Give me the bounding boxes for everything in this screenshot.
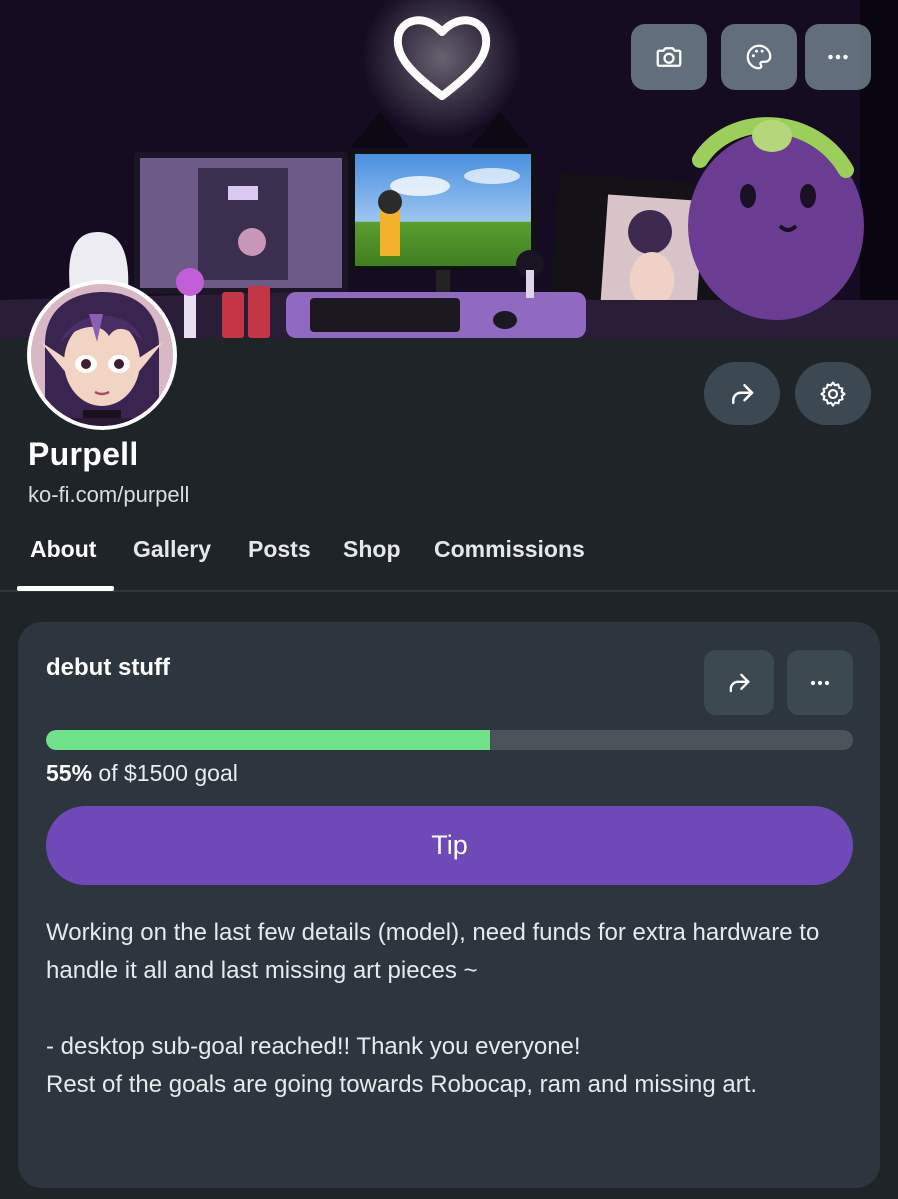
tab-posts[interactable]: Posts <box>248 536 311 563</box>
more-icon <box>828 54 848 60</box>
share-icon <box>729 673 750 692</box>
share-goal-button[interactable] <box>704 650 774 715</box>
goal-title: debut stuff <box>46 654 170 681</box>
description-line: Rest of the goals are going towards Robo… <box>46 1071 758 1098</box>
goal-description: Working on the last few details (model),… <box>46 914 856 1104</box>
goal-more-button[interactable] <box>787 650 853 715</box>
goal-card: debut stuff 55% of $1500 goal Tip Workin… <box>18 622 880 1188</box>
gear-icon <box>820 380 846 407</box>
goal-progress-text: 55% of $1500 goal <box>46 760 238 787</box>
cover-photo-button[interactable] <box>631 24 707 90</box>
active-tab-indicator <box>17 586 114 591</box>
tab-about[interactable]: About <box>30 536 96 563</box>
camera-icon <box>656 47 682 67</box>
avatar-image <box>31 284 173 426</box>
share-icon <box>732 383 754 404</box>
avatar[interactable] <box>27 280 177 430</box>
share-profile-button[interactable] <box>704 362 780 425</box>
more-icon <box>810 680 830 685</box>
palette-icon <box>746 44 772 70</box>
tab-shop[interactable]: Shop <box>343 536 401 563</box>
description-line: - desktop sub-goal reached!! Thank you e… <box>46 1033 581 1060</box>
theme-button[interactable] <box>721 24 797 90</box>
goal-amount: of $1500 goal <box>92 760 238 786</box>
profile-tabs: About Gallery Posts Shop Commissions <box>0 528 898 592</box>
more-options-button[interactable] <box>805 24 871 90</box>
settings-button[interactable] <box>795 362 871 425</box>
avatar-illustration <box>31 284 173 426</box>
tab-commissions[interactable]: Commissions <box>434 536 585 563</box>
profile-url[interactable]: ko-fi.com/purpell <box>28 482 189 508</box>
goal-percent: 55% <box>46 760 93 786</box>
goal-progress-fill <box>46 730 490 750</box>
description-paragraph: Working on the last few details (model),… <box>46 919 820 984</box>
profile-name: Purpell <box>28 436 139 472</box>
goal-progress-bar <box>46 730 853 750</box>
tab-gallery[interactable]: Gallery <box>133 536 211 563</box>
tip-button[interactable]: Tip <box>46 806 853 885</box>
